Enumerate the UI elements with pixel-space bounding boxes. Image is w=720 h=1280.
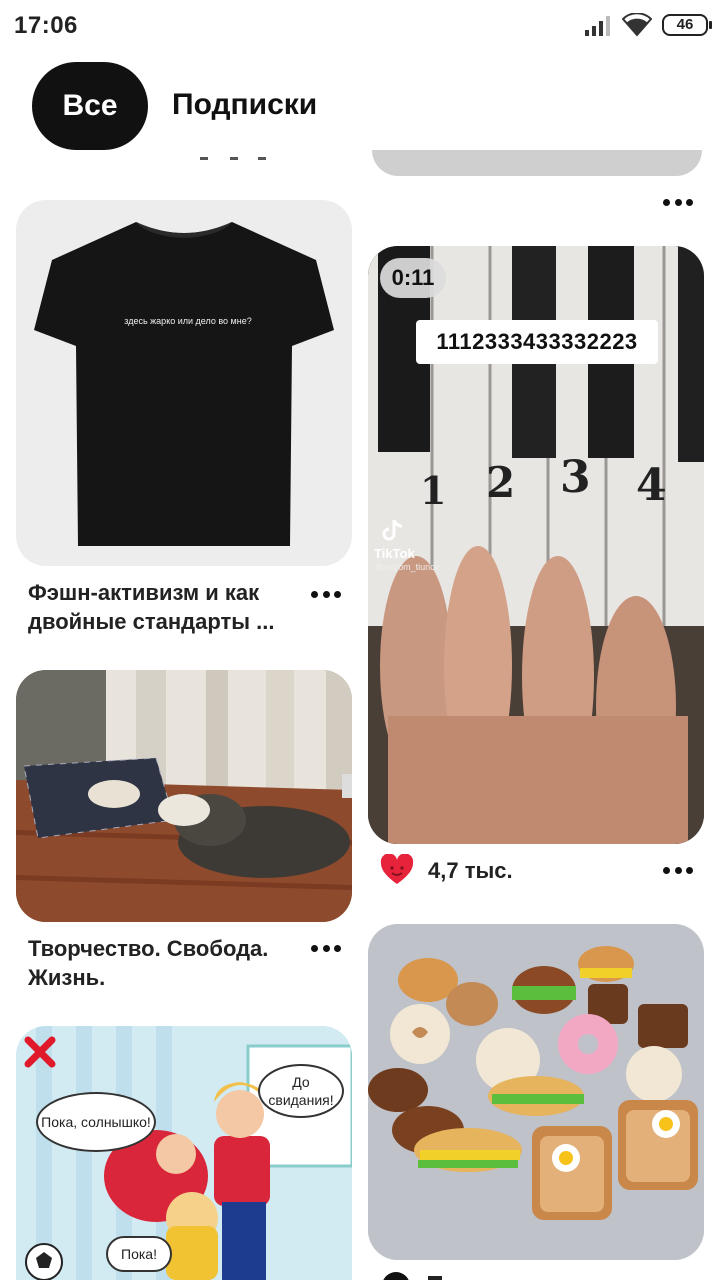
piano-key-number-2: 2: [486, 458, 516, 507]
signal-icon: [585, 16, 610, 36]
pin-image-cartoon[interactable]: Пока, солнышко! До свидания! Пока!: [16, 1026, 352, 1280]
more-options-icon[interactable]: [308, 582, 344, 606]
pin-image-clay-food[interactable]: [368, 924, 704, 1260]
status-bar: 17:06 46: [0, 0, 720, 52]
partial-pin-text: [200, 157, 266, 160]
tshirt-illustration: [34, 222, 334, 546]
heart-icon[interactable]: [380, 854, 414, 886]
tiktok-username: @artyom_tiunov: [374, 562, 440, 572]
clay-food-illustration: [368, 924, 704, 1260]
status-time: 17:06: [14, 12, 78, 39]
more-options-icon[interactable]: [660, 858, 696, 882]
pin-video-piano[interactable]: 0:11 1112333433332223 1 2 3 4 TikTok @ar…: [368, 246, 704, 844]
partial-pin-image[interactable]: [372, 150, 702, 176]
like-row: 4,7 тыс.: [380, 852, 700, 892]
speech-bubble-left: Пока, солнышко!: [36, 1092, 156, 1152]
speech-bubble-right: До свидания!: [258, 1064, 344, 1118]
tab-subscriptions[interactable]: Подписки: [172, 88, 317, 122]
feed-tabs: Все Подписки: [0, 62, 720, 152]
like-count: 4,7 тыс.: [428, 858, 513, 883]
video-number-caption: 1112333433332223: [416, 320, 658, 364]
tshirt-print-text: здесь жарко или дело во мне?: [124, 316, 252, 326]
tab-all[interactable]: Все: [32, 62, 148, 150]
more-options-icon[interactable]: [308, 936, 344, 960]
wifi-icon: [622, 13, 652, 37]
more-options-icon[interactable]: [660, 190, 696, 214]
piano-key-number-4: 4: [636, 460, 667, 511]
piano-key-number-1: 1: [420, 468, 447, 513]
pin-title-dog[interactable]: Творчество. Свобода. Жизнь.: [28, 934, 298, 992]
pin-title-tshirt[interactable]: Фэшн-активизм и как двойные стандарты ..…: [28, 578, 298, 636]
video-duration-badge: 0:11: [380, 258, 446, 298]
app-root: 17:06 46 Все Подписки здесь жарко или де…: [0, 0, 720, 1280]
piano-key-number-3: 3: [560, 452, 591, 503]
partial-author-text: [428, 1276, 442, 1280]
dog-illustration: [16, 670, 352, 922]
tiktok-icon: [382, 519, 403, 541]
pin-image-dog[interactable]: [16, 670, 352, 922]
tiktok-label: TikTok: [374, 546, 415, 561]
battery-icon: 46: [662, 14, 712, 36]
speech-bubble-child: Пока!: [106, 1236, 172, 1272]
avatar[interactable]: [382, 1272, 410, 1280]
pin-image-tshirt[interactable]: здесь жарко или дело во мне?: [16, 200, 352, 566]
